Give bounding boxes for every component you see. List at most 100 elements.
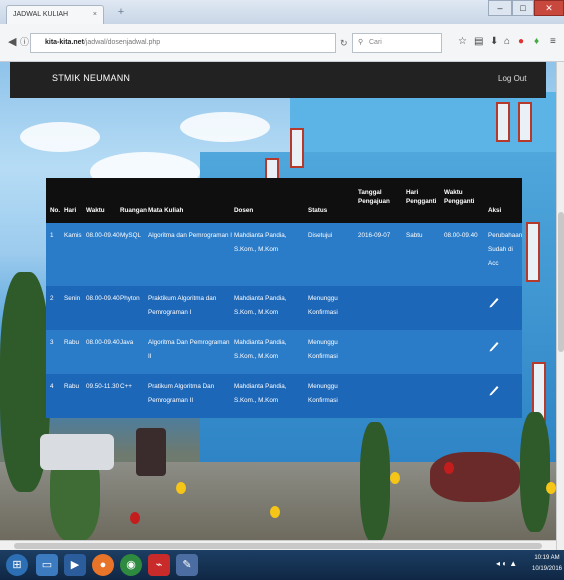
browser-tab[interactable]: JADWAL KULIAH NEUMANN ×	[6, 5, 104, 36]
site-brand[interactable]: STMIK NEUMANN	[52, 73, 130, 83]
cell-dosen: Mahdianta Pandia, S.Kom., M.Kom	[234, 295, 287, 316]
cell-dosen: Mahdianta Pandia, S.Kom., M.Kom	[234, 232, 287, 253]
cell-hari-pengganti: Sabtu	[406, 232, 423, 239]
parked-car	[40, 434, 114, 470]
tree	[360, 422, 390, 540]
cell-hari: Kamis	[64, 232, 82, 239]
building-window	[526, 222, 540, 282]
address-bar[interactable]: kita-kita.net/jadwal/dosenjadwal.php	[30, 33, 336, 53]
tree	[520, 412, 550, 532]
flower	[130, 512, 140, 524]
url-host: kita-kita.net	[45, 39, 84, 46]
flower	[270, 506, 280, 518]
scrollbar-thumb[interactable]	[14, 543, 542, 549]
cell-waktu: 08.00-09.40	[86, 295, 120, 302]
building-window	[496, 102, 510, 142]
bookmark-star-icon[interactable]: ☆	[458, 36, 467, 48]
text-editor-icon[interactable]: ✎	[176, 554, 198, 576]
cell-waktu: 08.00-09.40	[86, 339, 120, 346]
cell-status: Menunggu Konfirmasi	[308, 383, 338, 404]
shrub	[430, 452, 520, 502]
chrome-icon[interactable]: ◉	[120, 554, 142, 576]
cell-ruangan: C++	[120, 383, 132, 390]
col-header-mata-kuliah: Mata Kuliah	[148, 207, 184, 214]
start-button-icon[interactable]: ⊞	[6, 554, 28, 576]
col-header-waktu: Waktu	[86, 207, 105, 214]
pdf-reader-icon[interactable]: ⌁	[148, 554, 170, 576]
url-path: /jadwal/dosenjadwal.php	[83, 39, 161, 46]
cell-waktu: 08.00-09.40	[86, 232, 120, 239]
download-icon[interactable]: ⬇	[490, 36, 498, 48]
cell-mata-kuliah: Pratikum Algoritma Dan Pemrograman II	[148, 383, 215, 404]
building-window	[518, 102, 532, 142]
clock-date: 10/19/2016	[531, 566, 563, 572]
cell-waktu: 09.50-11.30	[86, 383, 120, 390]
taskbar-clock[interactable]: 10:19 AM 10/19/2016	[530, 553, 564, 575]
reload-icon[interactable]: ↻	[340, 38, 348, 49]
cloud	[20, 122, 100, 152]
close-window-icon[interactable]: ✕	[534, 0, 564, 16]
parked-car	[136, 428, 166, 476]
edit-icon[interactable]	[488, 296, 500, 308]
clock-time: 10:19 AM	[534, 555, 560, 561]
system-tray-icon[interactable]: ◂ ◐ ▲	[496, 559, 517, 568]
extension-icon[interactable]: ♦	[534, 36, 539, 48]
cell-waktu-pengganti: 08.00-09.40	[444, 232, 478, 239]
identity-icon[interactable]: ⓘ	[20, 35, 29, 49]
cell-hari: Rabu	[64, 339, 80, 346]
cell-hari: Senin	[64, 295, 81, 302]
col-header-aksi: Aksi	[488, 207, 502, 214]
table-header: No. Hari Waktu Ruangan Mata Kuliah Dosen…	[46, 178, 522, 223]
home-icon[interactable]: ⌂	[504, 36, 510, 48]
search-input[interactable]: ⚲ Cari	[352, 33, 442, 53]
col-header-status: Status	[308, 207, 328, 214]
addon-icon[interactable]: ●	[518, 36, 524, 48]
cell-no: 1	[50, 232, 54, 239]
flower	[546, 482, 556, 494]
browser-tab-strip: JADWAL KULIAH NEUMANN × + – □ ✕	[0, 0, 564, 36]
search-icon: ⚲	[358, 39, 364, 46]
cell-dosen: Mahdianta Pandia, S.Kom., M.Kom	[234, 339, 287, 360]
new-tab-icon[interactable]: +	[114, 5, 128, 19]
reading-list-icon[interactable]: ▤	[474, 36, 483, 48]
flower	[176, 482, 186, 494]
flower	[390, 472, 400, 484]
tab-close-icon[interactable]: ×	[93, 6, 97, 24]
back-icon[interactable]: ◀	[8, 35, 16, 49]
cell-no: 3	[50, 339, 54, 346]
building-window	[290, 128, 304, 168]
cell-no: 4	[50, 383, 54, 390]
search-placeholder: Cari	[369, 39, 382, 46]
cell-ruangan: Phyton	[120, 295, 140, 302]
col-header-dosen: Dosen	[234, 207, 254, 214]
table-row: 3 Rabu 08.00-09.40 Java Algoritma Dan Pe…	[46, 330, 522, 375]
col-header-waktu-pengganti: Waktu Pengganti	[444, 189, 475, 205]
firefox-icon[interactable]: ●	[92, 554, 114, 576]
file-explorer-icon[interactable]: ▭	[36, 554, 58, 576]
cell-dosen: Mahdianta Pandia, S.Kom., M.Kom	[234, 383, 287, 404]
logout-link[interactable]: Log Out	[498, 74, 526, 83]
table-row: 4 Rabu 09.50-11.30 C++ Pratikum Algoritm…	[46, 374, 522, 418]
windows-taskbar: ⊞ ▭ ▶ ● ◉ ⌁ ✎ ◂ ◐ ▲ 10:19 AM 10/19/2016	[0, 550, 564, 580]
cell-ruangan: Java	[120, 339, 134, 346]
edit-icon[interactable]	[488, 384, 500, 396]
site-navbar: STMIK NEUMANN Log Out	[10, 62, 546, 98]
cloud	[180, 112, 270, 142]
cell-ruangan: MySQL	[120, 232, 141, 239]
cell-hari: Rabu	[64, 383, 80, 390]
menu-icon[interactable]: ≡	[550, 36, 556, 48]
col-header-ruangan: Ruangan	[120, 207, 147, 214]
minimize-icon[interactable]: –	[488, 0, 512, 16]
cell-aksi: Perubahaan Sudah di Acc	[488, 232, 523, 267]
maximize-icon[interactable]: □	[512, 0, 534, 16]
vertical-scrollbar[interactable]	[556, 62, 564, 550]
scrollbar-thumb[interactable]	[558, 212, 564, 352]
edit-icon[interactable]	[488, 340, 500, 352]
cell-tanggal: 2016-09-07	[358, 232, 391, 239]
cell-status: Disetujui	[308, 232, 333, 239]
col-header-hari: Hari	[64, 207, 77, 214]
cell-mata-kuliah: Algoritma dan Pemrograman I	[148, 232, 232, 239]
media-player-icon[interactable]: ▶	[64, 554, 86, 576]
col-header-hari-pengganti: Hari Pengganti	[406, 189, 437, 205]
cell-status: Menunggu Konfirmasi	[308, 339, 338, 360]
